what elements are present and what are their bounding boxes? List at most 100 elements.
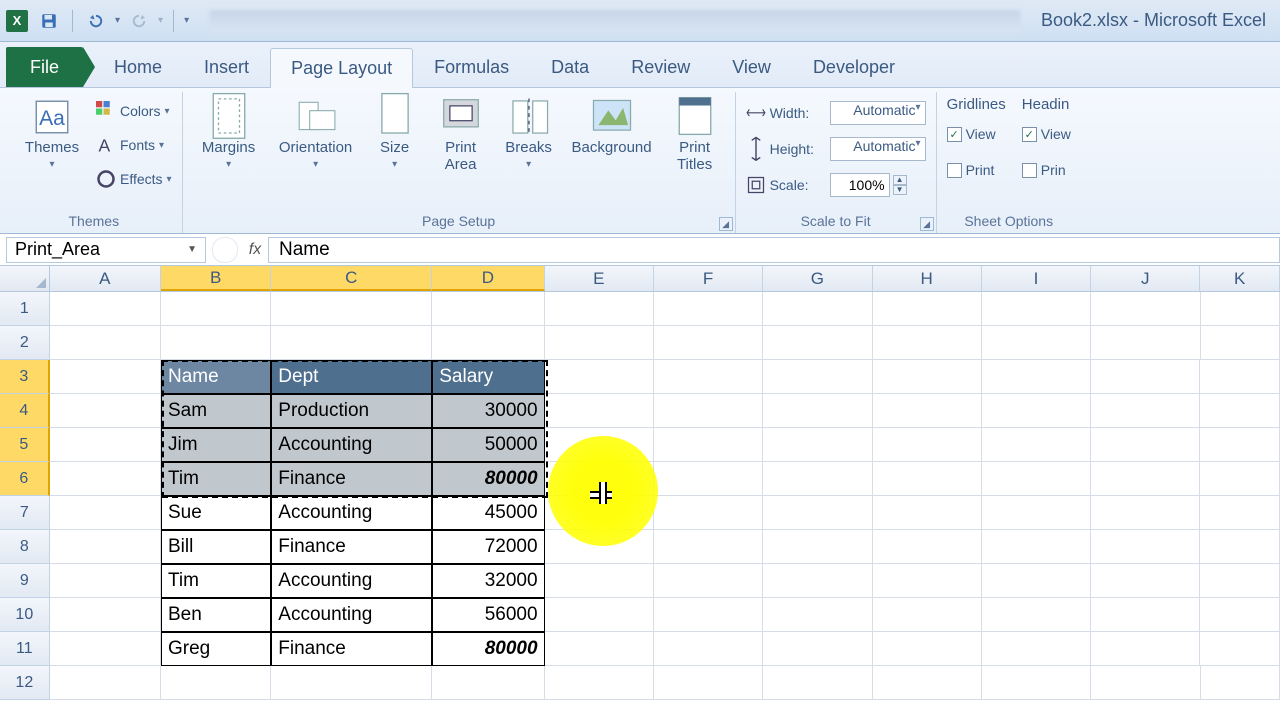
colors-button[interactable]: Colors ▾ <box>96 96 172 126</box>
cell[interactable] <box>432 292 544 326</box>
cell[interactable] <box>1091 462 1200 496</box>
cell[interactable] <box>873 394 982 428</box>
worksheet-grid[interactable]: A B C D E F G H I J K 123NameDeptSalary4… <box>0 266 1280 720</box>
cell[interactable] <box>545 394 654 428</box>
select-all-corner[interactable] <box>0 266 50 291</box>
cell[interactable]: Accounting <box>271 598 432 632</box>
cell[interactable] <box>654 394 763 428</box>
col-A[interactable]: A <box>50 266 161 291</box>
cell[interactable] <box>545 564 654 598</box>
redo-button[interactable] <box>126 8 152 34</box>
row-header[interactable]: 1 <box>0 292 50 326</box>
col-F[interactable]: F <box>654 266 763 291</box>
row-header[interactable]: 8 <box>0 530 50 564</box>
cell[interactable]: Finance <box>271 632 432 666</box>
cell[interactable] <box>545 326 654 360</box>
cell[interactable] <box>545 292 654 326</box>
cell[interactable] <box>1091 666 1200 700</box>
cell[interactable] <box>1200 632 1280 666</box>
row-header[interactable]: 7 <box>0 496 50 530</box>
scale-down[interactable]: ▼ <box>893 185 907 195</box>
col-I[interactable]: I <box>982 266 1091 291</box>
background-button[interactable]: Background <box>567 94 657 157</box>
col-G[interactable]: G <box>763 266 872 291</box>
cell[interactable] <box>271 666 432 700</box>
row-header[interactable]: 11 <box>0 632 50 666</box>
cell[interactable] <box>1200 428 1280 462</box>
cell[interactable] <box>50 326 161 360</box>
cell[interactable] <box>654 530 763 564</box>
cell[interactable] <box>50 598 161 632</box>
cell[interactable] <box>1200 564 1280 598</box>
cell[interactable] <box>982 292 1091 326</box>
cell[interactable] <box>432 326 544 360</box>
print-area-button[interactable]: Print Area <box>431 94 491 173</box>
cell[interactable]: 72000 <box>432 530 544 564</box>
cell[interactable] <box>654 666 763 700</box>
cell[interactable] <box>50 564 161 598</box>
cell[interactable] <box>873 666 982 700</box>
cancel-formula-icon[interactable] <box>212 237 238 263</box>
margins-button[interactable]: Margins▾ <box>193 94 265 170</box>
col-B[interactable]: B <box>161 266 271 291</box>
cell[interactable]: 80000 <box>432 632 544 666</box>
col-E[interactable]: E <box>545 266 654 291</box>
cell[interactable] <box>763 462 872 496</box>
cell[interactable] <box>982 666 1091 700</box>
row-header[interactable]: 4 <box>0 394 50 428</box>
cell[interactable] <box>1200 462 1280 496</box>
cell[interactable] <box>1200 394 1280 428</box>
cell[interactable] <box>763 428 872 462</box>
cell[interactable] <box>50 496 161 530</box>
size-button[interactable]: Size▾ <box>367 94 423 170</box>
cell[interactable] <box>161 666 271 700</box>
cell[interactable] <box>50 462 161 496</box>
formula-input[interactable]: Name <box>268 237 1280 263</box>
undo-dropdown-icon[interactable]: ▾ <box>115 15 120 26</box>
undo-button[interactable] <box>83 8 109 34</box>
cell[interactable]: Finance <box>271 462 432 496</box>
cell[interactable]: 45000 <box>432 496 544 530</box>
cell[interactable]: Production <box>271 394 432 428</box>
cell[interactable] <box>654 496 763 530</box>
cell[interactable] <box>982 564 1091 598</box>
cell[interactable] <box>1201 292 1280 326</box>
cell[interactable] <box>545 428 654 462</box>
cell[interactable] <box>982 428 1091 462</box>
cell[interactable]: 30000 <box>432 394 544 428</box>
cell[interactable]: Dept <box>271 360 432 394</box>
cell[interactable] <box>50 292 161 326</box>
row-header[interactable]: 2 <box>0 326 50 360</box>
cell[interactable] <box>50 360 161 394</box>
cell[interactable]: Tim <box>161 564 271 598</box>
tab-formulas[interactable]: Formulas <box>413 47 530 87</box>
cell[interactable] <box>1091 598 1200 632</box>
cell[interactable] <box>873 564 982 598</box>
cell[interactable]: 32000 <box>432 564 544 598</box>
fonts-button[interactable]: AFonts ▾ <box>96 130 172 160</box>
cell[interactable] <box>763 666 872 700</box>
cell[interactable] <box>763 632 872 666</box>
cell[interactable] <box>1091 326 1200 360</box>
cell[interactable] <box>982 632 1091 666</box>
cell[interactable] <box>161 326 271 360</box>
cell[interactable]: Jim <box>161 428 271 462</box>
cell[interactable] <box>654 360 763 394</box>
tab-view[interactable]: View <box>711 47 792 87</box>
fx-icon[interactable]: fx <box>242 241 268 259</box>
tab-review[interactable]: Review <box>610 47 711 87</box>
row-header[interactable]: 9 <box>0 564 50 598</box>
headings-view-check[interactable]: ✓View <box>1022 119 1071 149</box>
height-select[interactable]: Automatic ▾ <box>830 137 926 161</box>
scale-input[interactable] <box>830 173 890 197</box>
headings-print-check[interactable]: Prin <box>1022 155 1071 185</box>
cell[interactable]: Accounting <box>271 564 432 598</box>
cell[interactable]: Bill <box>161 530 271 564</box>
cell[interactable] <box>873 428 982 462</box>
cell[interactable] <box>1200 360 1280 394</box>
cell[interactable] <box>1091 428 1200 462</box>
gridlines-view-check[interactable]: ✓View <box>947 119 1006 149</box>
cell[interactable] <box>873 292 982 326</box>
cell[interactable] <box>432 666 544 700</box>
cell[interactable] <box>50 632 161 666</box>
